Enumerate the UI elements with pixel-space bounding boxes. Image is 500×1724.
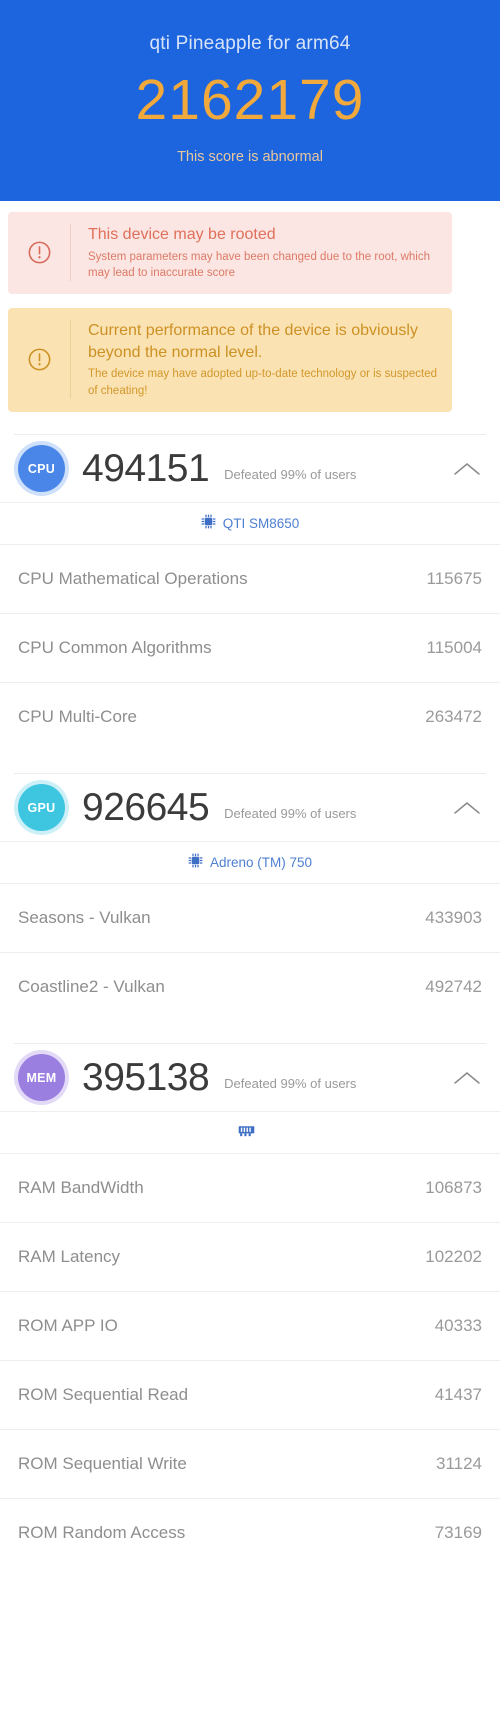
row-label: ROM APP IO <box>18 1316 118 1336</box>
row-value: 102202 <box>425 1247 482 1267</box>
section-header-cpu[interactable]: CPU 494151 Defeated 99% of users <box>0 435 500 502</box>
chevron-up-icon[interactable] <box>450 1068 484 1088</box>
mem-score: 395138 <box>82 1056 210 1100</box>
total-score: 2162179 <box>135 68 365 132</box>
table-row: CPU Multi-Core 263472 <box>0 682 500 751</box>
row-value: 40333 <box>434 1316 482 1336</box>
row-label: Coastline2 - Vulkan <box>18 977 165 997</box>
table-row: ROM Sequential Read 41437 <box>0 1360 500 1429</box>
section-cpu: CPU 494151 Defeated 99% of users QTI SM8… <box>0 434 500 751</box>
row-value: 41437 <box>434 1385 482 1405</box>
mem-badge: MEM <box>18 1054 65 1102</box>
cpu-badge: CPU <box>18 445 65 493</box>
mem-defeated-text: Defeated 99% of users <box>224 1076 357 1092</box>
table-row: ROM APP IO 40333 <box>0 1291 500 1360</box>
mem-chip-row <box>0 1111 500 1153</box>
cpu-defeated-text: Defeated 99% of users <box>224 467 357 483</box>
row-label: CPU Multi-Core <box>18 707 138 727</box>
gpu-badge: GPU <box>18 784 65 832</box>
section-mem: MEM 395138 Defeated 99% of users RAM Ban… <box>0 1043 500 1567</box>
cpu-score: 494151 <box>82 447 210 491</box>
warning-body: The device may have adopted up-to-date t… <box>88 368 438 397</box>
row-value: 31124 <box>435 1454 482 1474</box>
row-value: 433903 <box>425 908 482 928</box>
row-label: RAM BandWidth <box>18 1178 144 1198</box>
warning-title: This device may be rooted <box>88 226 276 243</box>
table-row: RAM Latency 102202 <box>0 1222 500 1291</box>
device-title: qti Pineapple for arm64 <box>149 33 351 54</box>
gpu-score: 926645 <box>82 786 210 830</box>
gpu-chip-name: Adreno (TM) 750 <box>209 855 313 871</box>
section-header-gpu[interactable]: GPU 926645 Defeated 99% of users <box>0 774 500 841</box>
score-note: This score is abnormal <box>177 149 323 165</box>
exclamation-circle-icon <box>8 239 70 266</box>
score-header: qti Pineapple for arm64 2162179 This sco… <box>0 0 500 201</box>
section-gpu: GPU 926645 Defeated 99% of users Adreno … <box>0 773 500 1021</box>
row-label: CPU Mathematical Operations <box>18 569 248 589</box>
divider <box>70 320 71 400</box>
warning-body: System parameters may have been changed … <box>88 250 431 279</box>
table-row: CPU Mathematical Operations 115675 <box>0 544 500 613</box>
chevron-up-icon[interactable] <box>450 459 484 479</box>
memory-chip-icon <box>238 1124 255 1142</box>
table-row: ROM Sequential Write 31124 <box>0 1429 500 1498</box>
chevron-up-icon[interactable] <box>450 798 484 818</box>
row-label: RAM Latency <box>18 1247 121 1267</box>
table-row: Coastline2 - Vulkan 492742 <box>0 952 500 1021</box>
cpu-chip-row: QTI SM8650 <box>0 502 500 544</box>
gpu-chip-icon <box>188 853 203 873</box>
warning-card-performance: Current performance of the device is obv… <box>8 308 452 413</box>
warning-title: Current performance of the device is obv… <box>88 322 418 361</box>
row-value: 115004 <box>426 638 482 658</box>
gpu-defeated-text: Defeated 99% of users <box>224 806 357 822</box>
row-value: 263472 <box>425 707 482 727</box>
row-label: ROM Random Access <box>18 1523 186 1543</box>
row-value: 492742 <box>425 977 482 997</box>
row-label: ROM Sequential Write <box>18 1454 187 1474</box>
row-label: ROM Sequential Read <box>18 1385 189 1405</box>
table-row: RAM BandWidth 106873 <box>0 1153 500 1222</box>
row-value: 115675 <box>426 569 482 589</box>
table-row: ROM Random Access 73169 <box>0 1498 500 1567</box>
gpu-chip-row: Adreno (TM) 750 <box>0 841 500 883</box>
row-label: CPU Common Algorithms <box>18 638 212 658</box>
divider <box>70 224 71 282</box>
warning-card-rooted: This device may be rooted System paramet… <box>8 212 452 295</box>
row-value: 106873 <box>425 1178 482 1198</box>
table-row: CPU Common Algorithms 115004 <box>0 613 500 682</box>
row-label: Seasons - Vulkan <box>18 908 151 928</box>
row-value: 73169 <box>434 1523 482 1543</box>
table-row: Seasons - Vulkan 433903 <box>0 883 500 952</box>
warnings-list: This device may be rooted System paramet… <box>0 212 500 413</box>
cpu-chip-icon <box>201 514 216 534</box>
cpu-chip-name: QTI SM8650 <box>222 516 300 532</box>
section-header-mem[interactable]: MEM 395138 Defeated 99% of users <box>0 1044 500 1111</box>
exclamation-circle-icon <box>8 346 70 373</box>
